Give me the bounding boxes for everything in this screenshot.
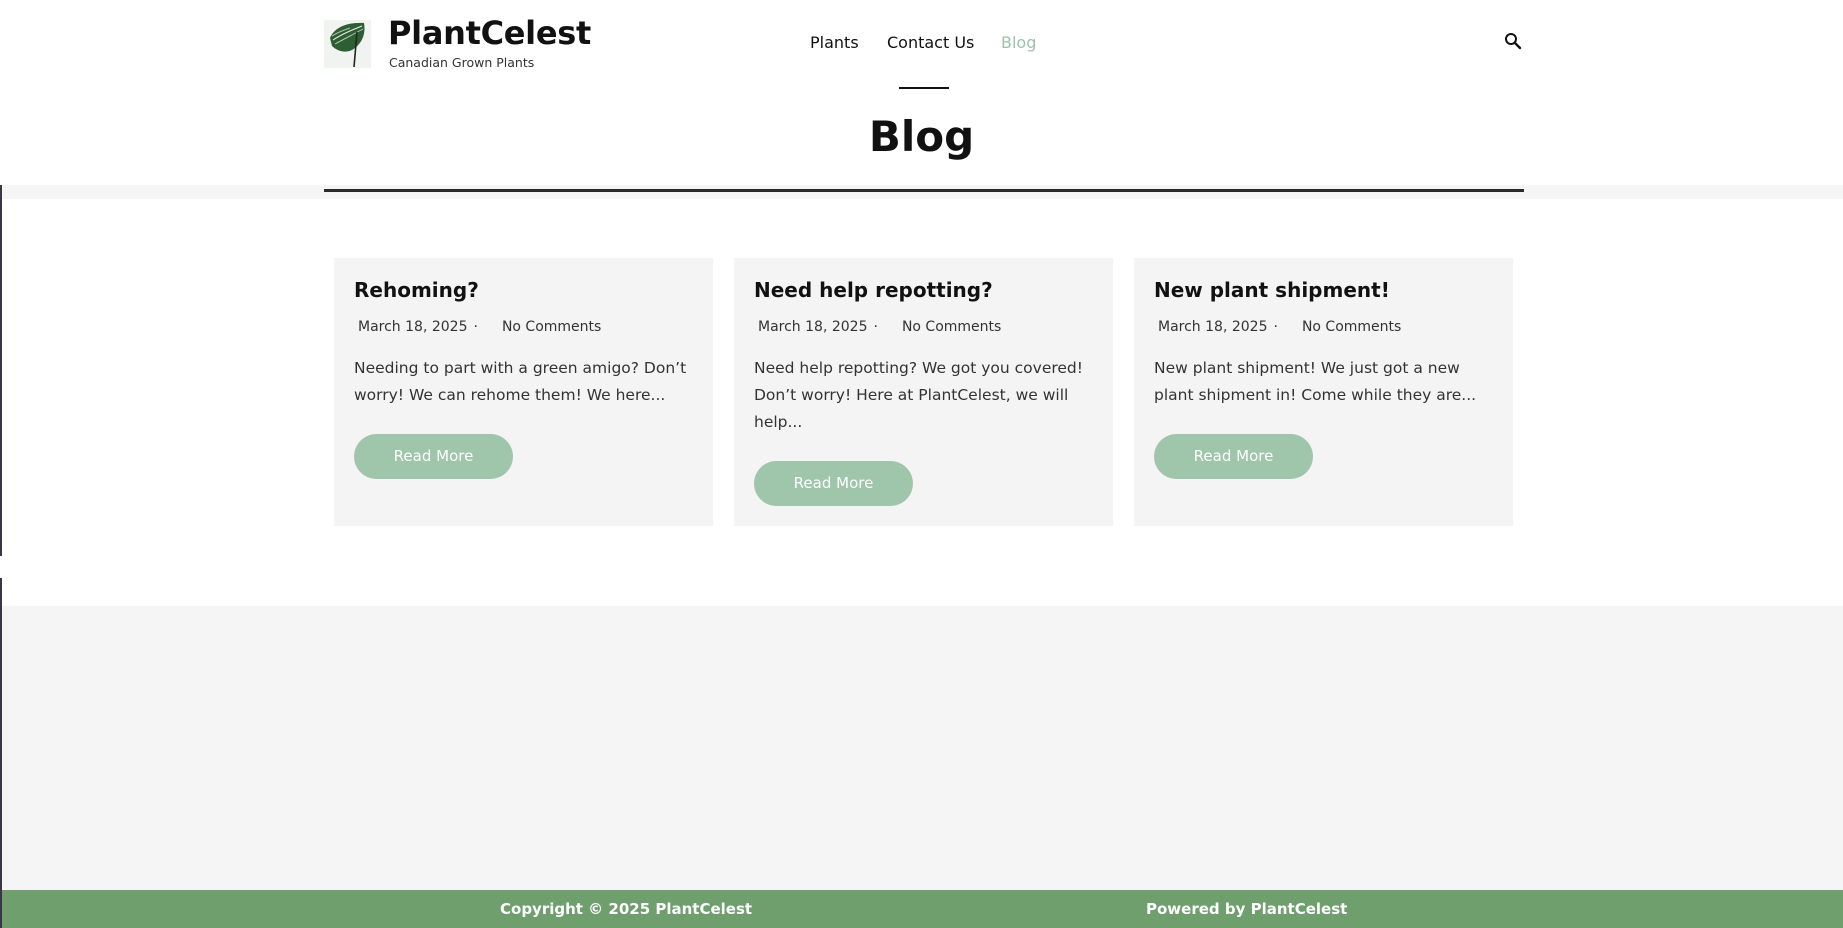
read-more-button[interactable]: Read More xyxy=(1154,434,1313,479)
post-date[interactable]: March 18, 2025 xyxy=(358,319,467,335)
nav-item-plants[interactable]: Plants xyxy=(810,33,859,52)
post-card: Need help repotting? March 18, 2025 · No C… xyxy=(734,258,1113,526)
post-title[interactable]: New plant shipment! xyxy=(1154,278,1390,302)
meta-separator: · xyxy=(473,319,478,335)
read-more-button[interactable]: Read More xyxy=(754,461,913,506)
leaf-logo-icon xyxy=(330,22,365,68)
page-title: Blog xyxy=(868,112,975,161)
post-comments-link[interactable]: No Comments xyxy=(502,319,601,335)
post-meta: March 18, 2025 · No Comments xyxy=(758,319,1001,335)
footer-copyright: Copyright © 2025 PlantCelest xyxy=(500,900,753,918)
site-header: PlantCelest Canadian Grown Plants Plants… xyxy=(0,0,1843,185)
post-comments-link[interactable]: No Comments xyxy=(902,319,1001,335)
post-comments-link[interactable]: No Comments xyxy=(1302,319,1401,335)
post-date[interactable]: March 18, 2025 xyxy=(758,319,867,335)
site-tagline: Canadian Grown Plants xyxy=(389,55,535,70)
post-title[interactable]: Rehoming? xyxy=(354,278,479,302)
header-separator-band xyxy=(2,185,1843,199)
header-divider xyxy=(324,189,1524,192)
post-meta: March 18, 2025 · No Comments xyxy=(358,319,601,335)
post-excerpt: Needing to part with a green amigo? Don’… xyxy=(354,359,687,404)
nav-item-contact-us[interactable]: Contact Us xyxy=(887,33,974,52)
footer-widget-area xyxy=(2,606,1843,890)
site-title[interactable]: PlantCelest xyxy=(388,14,591,52)
post-card: New plant shipment! March 18, 2025 · No Co… xyxy=(1134,258,1513,526)
post-excerpt: Need help repotting? We got you covered!… xyxy=(754,359,1083,431)
site-logo[interactable] xyxy=(324,20,371,68)
post-meta: March 18, 2025 · No Comments xyxy=(1158,319,1401,335)
post-card: Rehoming? March 18, 2025 · No Comments Nee… xyxy=(334,258,713,526)
post-excerpt: New plant shipment! We just got a new pl… xyxy=(1154,359,1477,404)
search-icon[interactable] xyxy=(1504,32,1522,50)
read-more-button[interactable]: Read More xyxy=(354,434,513,479)
site-footer: Copyright © 2025 PlantCelest Powered by … xyxy=(2,890,1843,928)
nav-item-blog[interactable]: Blog xyxy=(1001,33,1036,52)
footer-powered-by: Powered by PlantCelest xyxy=(1146,900,1348,918)
post-date[interactable]: March 18, 2025 xyxy=(1158,319,1267,335)
meta-separator: · xyxy=(873,319,878,335)
window-left-edge-gap xyxy=(0,556,2,578)
meta-separator: · xyxy=(1273,319,1278,335)
title-accent-rule xyxy=(899,87,949,89)
post-title[interactable]: Need help repotting? xyxy=(754,278,993,302)
